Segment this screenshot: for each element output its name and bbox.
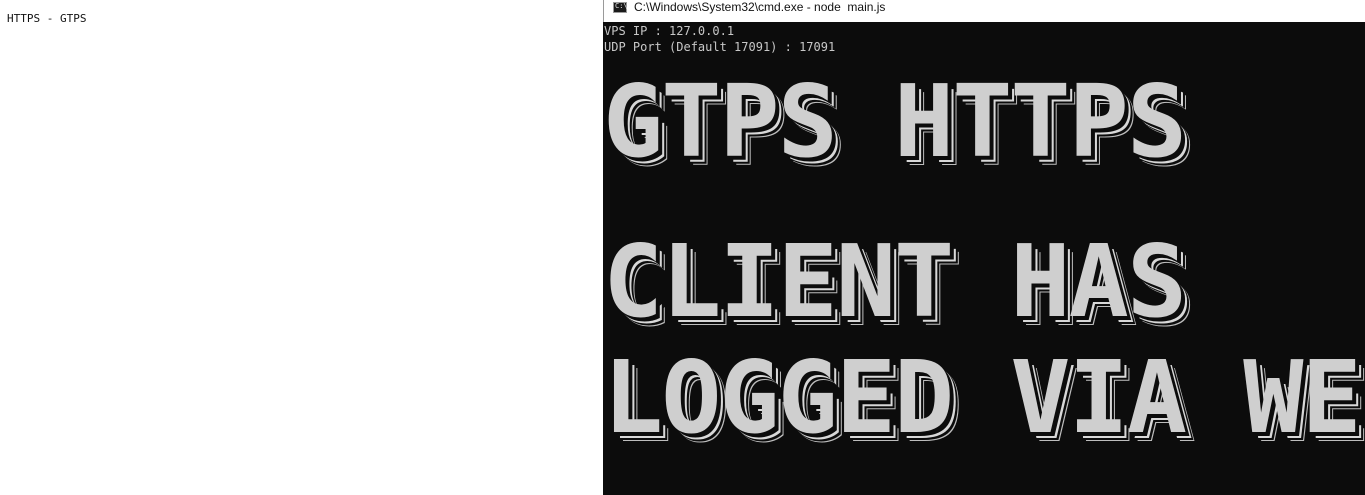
desktop: HTTPS - GTPS C:\ C:\Windows\System32\cmd… bbox=[0, 0, 1365, 495]
console-line: VPS IP : 127.0.0.1 bbox=[604, 24, 735, 38]
cmd-icon: C:\ bbox=[613, 2, 628, 13]
window-label: HTTPS - GTPS bbox=[7, 12, 87, 25]
blank-window-area: HTTPS - GTPS bbox=[0, 0, 603, 495]
window-titlebar[interactable]: C:\ C:\Windows\System32\cmd.exe - node m… bbox=[603, 0, 1365, 22]
cmd-icon-glyph: C:\ bbox=[615, 2, 628, 10]
console-line: UDP Port (Default 17091) : 17091 bbox=[604, 40, 836, 54]
ascii-banner-line: CLIENT HAS bbox=[603, 223, 1187, 340]
ascii-banner-line: LOGGED VIA WE bbox=[603, 339, 1362, 456]
ascii-banner-line: GTPS HTTPS bbox=[603, 63, 1187, 180]
window-title: C:\Windows\System32\cmd.exe - node main.… bbox=[634, 0, 886, 14]
cmd-window[interactable]: C:\ C:\Windows\System32\cmd.exe - node m… bbox=[603, 0, 1365, 495]
